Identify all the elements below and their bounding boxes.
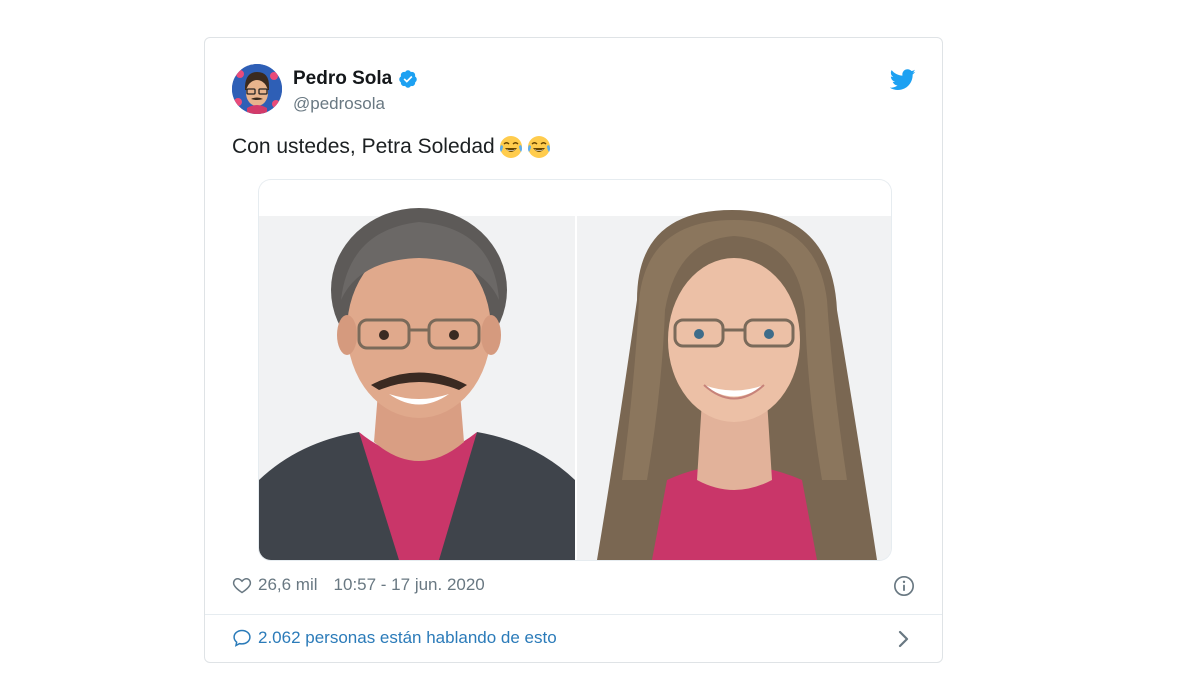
conversation-link[interactable]: 2.062 personas están hablando de esto [232, 628, 557, 648]
woman-portrait-image[interactable] [577, 180, 891, 560]
twitter-bird-icon[interactable] [890, 69, 916, 91]
avatar[interactable] [232, 64, 282, 114]
man-portrait-image[interactable] [259, 180, 575, 560]
face-with-tears-of-joy-icon [499, 136, 522, 158]
chevron-right-icon[interactable] [896, 629, 912, 649]
tweet-text: Con ustedes, Petra Soledad [232, 135, 551, 159]
author-name[interactable]: Pedro Sola [293, 68, 392, 90]
heart-icon[interactable] [232, 575, 252, 595]
footer-divider [205, 614, 942, 615]
tweet-timestamp[interactable]: 10:57 - 17 jun. 2020 [334, 575, 485, 595]
info-icon[interactable] [893, 575, 915, 597]
tweet-card[interactable]: Pedro Sola @pedrosola Con ustedes, Petra… [204, 37, 943, 663]
conversation-link-text[interactable]: 2.062 personas están hablando de esto [258, 628, 557, 648]
speech-bubble-icon [233, 629, 251, 647]
tweet-media[interactable] [259, 180, 891, 560]
author-handle[interactable]: @pedrosola [293, 94, 385, 114]
face-with-tears-of-joy-icon [527, 136, 550, 158]
tweet-text-content: Con ustedes, Petra Soledad [232, 135, 495, 158]
like-count[interactable]: 26,6 mil [258, 575, 318, 595]
verified-badge-icon [399, 70, 417, 88]
tweet-meta: 26,6 mil 10:57 - 17 jun. 2020 [232, 575, 485, 595]
